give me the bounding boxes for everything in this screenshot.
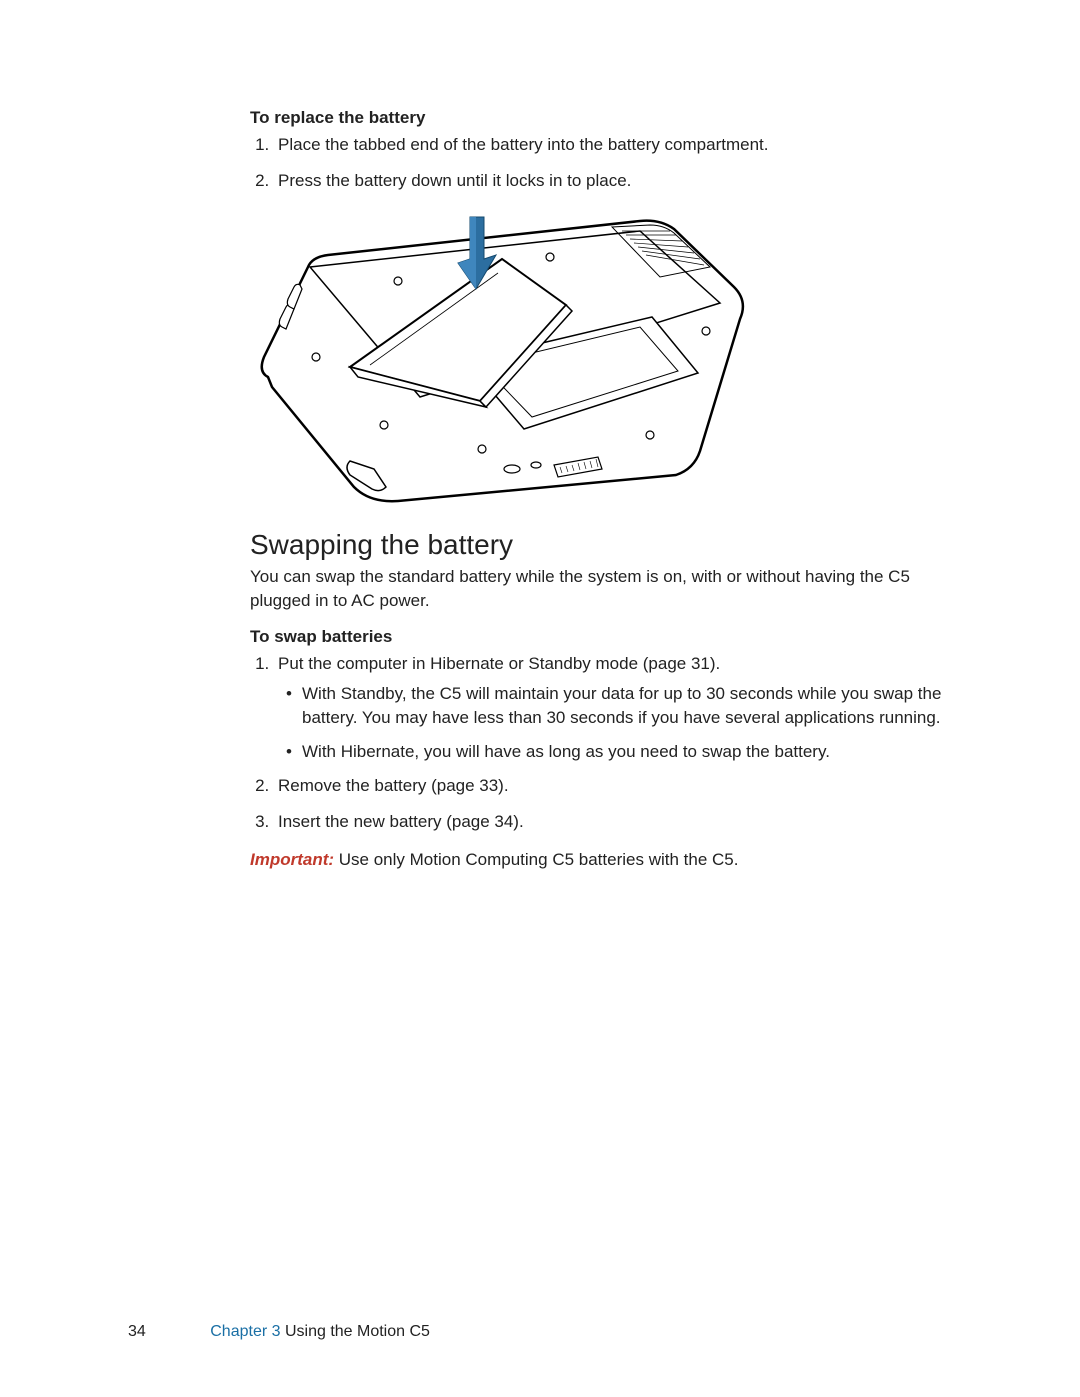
important-text: Use only Motion Computing C5 batteries w… (334, 850, 738, 869)
document-page: To replace the battery Place the tabbed … (0, 0, 1080, 1397)
heading-swapping: Swapping the battery (250, 529, 952, 561)
list-item: Remove the battery (page 33). (274, 773, 952, 799)
list-item: Press the battery down until it locks in… (274, 168, 952, 194)
battery-install-figure (250, 207, 750, 507)
list-item: Put the computer in Hibernate or Standby… (274, 651, 952, 764)
swap-sub-bullets: With Standby, the C5 will maintain your … (278, 682, 952, 763)
swap-intro-text: You can swap the standard battery while … (250, 565, 952, 613)
important-label: Important: (250, 850, 334, 869)
list-item: Place the tabbed end of the battery into… (274, 132, 952, 158)
important-note: Important: Use only Motion Computing C5 … (250, 848, 952, 872)
list-item: Insert the new battery (page 34). (274, 809, 952, 835)
step-text: Put the computer in Hibernate or Standby… (278, 654, 720, 673)
heading-replace-battery: To replace the battery (250, 108, 952, 128)
list-item: With Hibernate, you will have as long as… (302, 740, 952, 764)
chapter-label: Chapter 3 (210, 1323, 280, 1340)
page-footer: 34 Chapter 3 Using the Motion C5 (128, 1323, 430, 1341)
page-number: 34 (128, 1323, 146, 1340)
list-item: With Standby, the C5 will maintain your … (302, 682, 952, 730)
chapter-title: Using the Motion C5 (281, 1323, 430, 1340)
replace-steps-list: Place the tabbed end of the battery into… (250, 132, 952, 193)
heading-to-swap: To swap batteries (250, 627, 952, 647)
swap-steps-list: Put the computer in Hibernate or Standby… (250, 651, 952, 835)
